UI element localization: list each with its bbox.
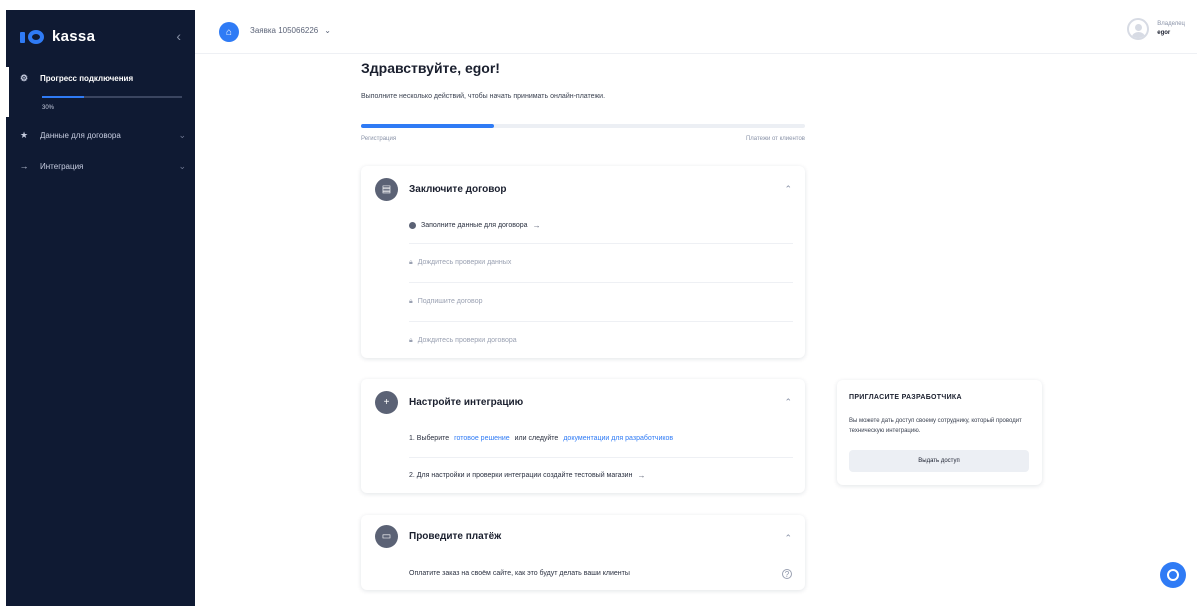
chevron-up-icon[interactable]: ⌃ xyxy=(784,533,792,544)
progress-end-label: Платежи от клиентов xyxy=(745,136,805,142)
sidebar-progress-bar xyxy=(42,96,182,98)
user-menu[interactable]: Владелец egor xyxy=(1127,18,1185,40)
step-sign-contract: 🔒︎ Подпишите договор xyxy=(409,282,793,320)
arrow-right-icon: → xyxy=(19,161,29,171)
step-label: Дождитесь проверки договора xyxy=(417,337,517,344)
step-text: или следуйте xyxy=(514,434,559,442)
logo[interactable]: kassa xyxy=(20,28,95,45)
card-title: Проведите платёж xyxy=(409,531,502,542)
card-title: Настройте интеграцию xyxy=(409,397,524,408)
chat-button[interactable] xyxy=(1160,562,1186,588)
sidebar-item-integration[interactable]: → Интеграция ⌄ xyxy=(18,160,187,172)
sidebar-item-label: Интеграция xyxy=(40,161,84,171)
payment-card: ▭ Проведите платёж ⌃ Оплатите заказ на с… xyxy=(361,515,805,590)
gear-icon: ⚙ xyxy=(19,73,29,83)
integration-card: + Настройте интеграцию ⌃ 1. Выберите гот… xyxy=(361,379,805,493)
arrow-right-icon: → xyxy=(532,220,541,230)
step-label: Оплатите заказ на своём сайте, как это б… xyxy=(409,569,630,577)
step-make-payment: Оплатите заказ на своём сайте, как это б… xyxy=(409,566,793,580)
step-fill-contract-data[interactable]: Заполните данные для договора → xyxy=(409,218,793,232)
sidebar-progress-percent: 30% xyxy=(42,105,55,111)
logo-mark-icon xyxy=(20,29,46,44)
user-name: egor xyxy=(1157,30,1171,36)
step-wait-contract-check: 🔒︎ Дождитесь проверки договора xyxy=(409,321,793,359)
logo-text: kassa xyxy=(52,28,96,45)
shop-selector[interactable]: Заявка 105066226 ⌄ xyxy=(250,26,331,35)
lock-icon: 🔒︎ xyxy=(409,297,413,305)
active-indicator xyxy=(6,67,9,117)
step-label: 2. Для настройки и проверки интеграции с… xyxy=(409,472,633,479)
plus-icon: + xyxy=(375,391,398,414)
step-create-test-shop[interactable]: 2. Для настройки и проверки интеграции с… xyxy=(409,457,793,493)
shop-label: Заявка 105066226 xyxy=(250,26,319,35)
avatar xyxy=(1127,18,1150,40)
invite-text: Вы можете дать доступ своему сотруднику,… xyxy=(849,418,1022,434)
developer-docs-link[interactable]: документации для разработчиков xyxy=(563,435,673,442)
page-title: Здравствуйте, egor! xyxy=(361,60,500,76)
ready-solution-link[interactable]: готовое решение xyxy=(454,435,510,442)
sidebar-item-label: Прогресс подключения xyxy=(40,74,134,83)
chevron-up-icon[interactable]: ⌃ xyxy=(784,397,792,408)
chat-bubble-icon xyxy=(1167,569,1179,581)
sidebar-item-label: Данные для договора xyxy=(40,131,121,140)
invite-developer-card: ПРИГЛАСИТЕ РАЗРАБОТЧИКА Вы можете дать д… xyxy=(837,380,1042,485)
sidebar: kassa ‹ ⚙ Прогресс подключения 30% ★ Дан… xyxy=(6,10,195,606)
progress-start-label: Регистрация xyxy=(361,136,397,142)
shop-icon: ⌂ xyxy=(219,22,239,42)
chevron-up-icon[interactable]: ⌃ xyxy=(784,184,792,195)
user-role: Владелец xyxy=(1157,21,1185,27)
step-wait-data-check: 🔒︎ Дождитесь проверки данных xyxy=(409,243,793,281)
chevron-down-icon: ⌄ xyxy=(178,160,186,171)
grant-access-button[interactable]: Выдать доступ xyxy=(849,450,1029,472)
star-icon: ★ xyxy=(19,130,29,140)
help-icon[interactable]: ? xyxy=(782,569,792,579)
header: ⌂ Заявка 105066226 ⌄ Владелец egor xyxy=(195,10,1197,54)
invite-title: ПРИГЛАСИТЕ РАЗРАБОТЧИКА xyxy=(849,394,962,401)
card-payment-icon: ▭ xyxy=(375,525,398,548)
contract-card: ▤ Заключите договор ⌃ Заполните данные д… xyxy=(361,166,805,358)
step-dot-icon xyxy=(409,221,416,229)
step-text: 1. Выберите xyxy=(409,434,450,442)
collapse-sidebar-icon[interactable]: ‹ xyxy=(176,28,181,44)
step-label: Подпишите договор xyxy=(417,298,483,305)
document-icon: ▤ xyxy=(375,178,398,201)
step-choose-solution: 1. Выберите готовое решение или следуйте… xyxy=(409,431,793,445)
step-label: Заполните данные для договора xyxy=(421,221,528,229)
sidebar-item-progress[interactable]: ⚙ Прогресс подключения xyxy=(18,73,186,84)
lock-icon: 🔒︎ xyxy=(409,336,413,344)
chevron-down-icon: ⌄ xyxy=(324,26,331,35)
onboarding-progress-bar xyxy=(361,124,805,128)
sidebar-item-contract-data[interactable]: ★ Данные для договора ⌄ xyxy=(18,130,186,141)
card-title: Заключите договор xyxy=(409,184,507,195)
chevron-down-icon: ⌄ xyxy=(178,130,186,140)
lock-icon: 🔒︎ xyxy=(409,258,413,266)
arrow-right-icon: → xyxy=(637,471,646,480)
page-subtitle: Выполните несколько действий, чтобы нача… xyxy=(361,93,606,100)
step-label: Дождитесь проверки данных xyxy=(417,259,512,266)
